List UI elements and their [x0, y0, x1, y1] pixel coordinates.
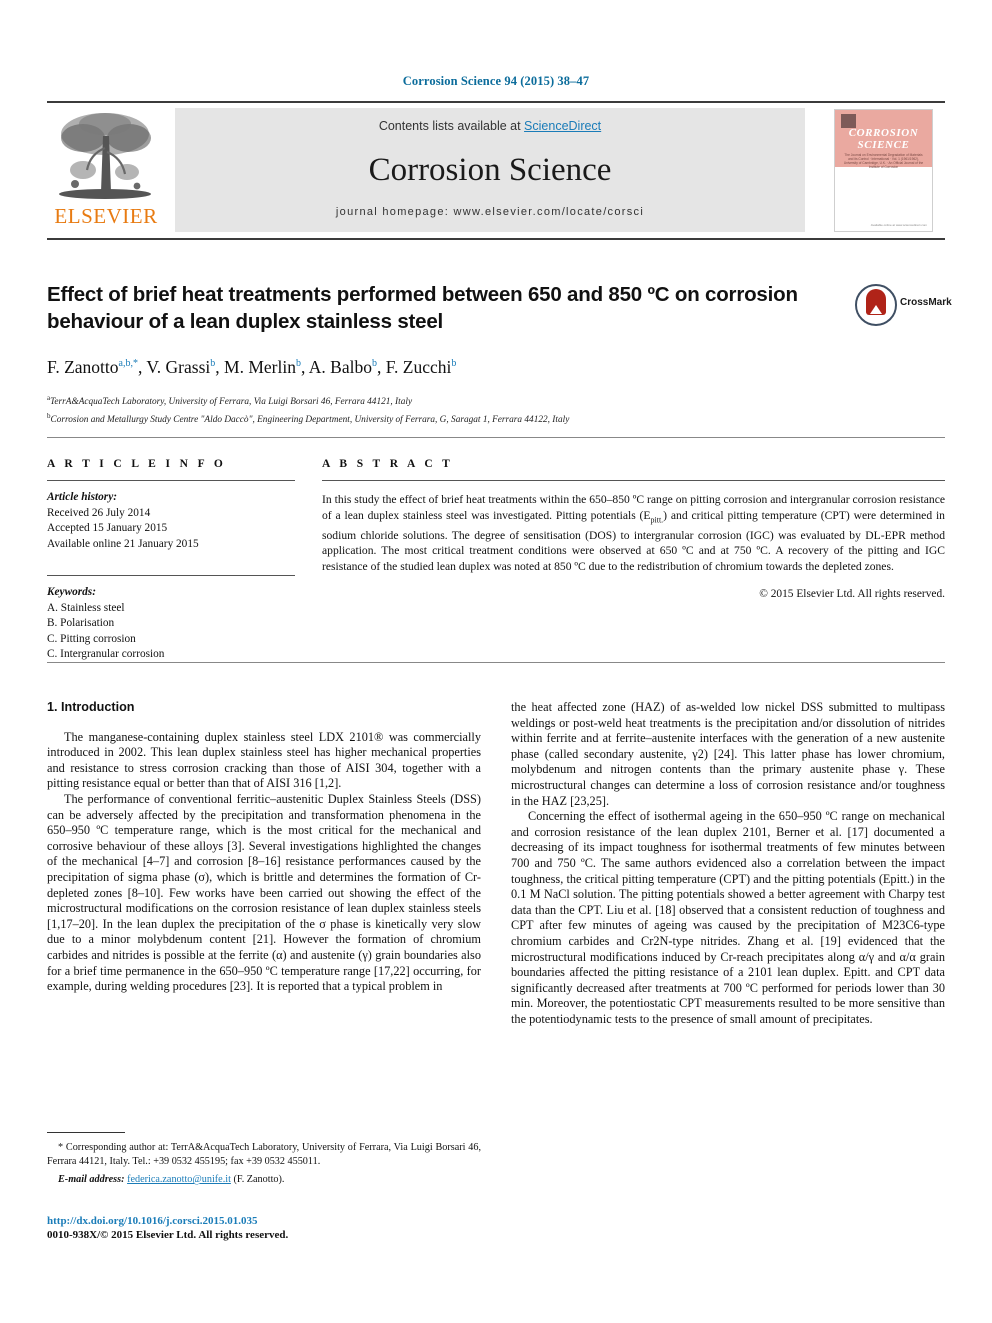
cover-header-band: CORROSION SCIENCE The Journal on Environ… [835, 109, 932, 170]
masthead-center-panel: Contents lists available at ScienceDirec… [175, 108, 805, 232]
footnote-body: * Corresponding author at: TerrA&AcquaTe… [47, 1141, 481, 1168]
abstract-subscript: pitt. [650, 514, 664, 524]
journal-homepage-line[interactable]: journal homepage: www.elsevier.com/locat… [175, 206, 805, 218]
author-item[interactable]: F. Zucchib [386, 357, 457, 377]
footnote-email-line: E-mail address: federica.zanotto@unife.i… [47, 1174, 481, 1185]
abstract-text: In this study the effect of brief heat t… [322, 492, 945, 574]
article-info-rule [47, 480, 295, 481]
article-info-column: A R T I C L E I N F O Article history: R… [47, 458, 295, 663]
cover-title-line1: CORROSION [848, 126, 919, 139]
elsevier-wordmark: ELSEVIER [54, 204, 158, 228]
author-name: M. Merlin [224, 357, 296, 377]
doi-link[interactable]: http://dx.doi.org/10.1016/j.corsci.2015.… [47, 1214, 487, 1228]
sciencedirect-link[interactable]: ScienceDirect [524, 119, 601, 133]
affiliation-text: TerrA&AcquaTech Laboratory, University o… [50, 397, 413, 408]
history-item: Available online 21 January 2015 [47, 537, 199, 550]
footer-identifiers: http://dx.doi.org/10.1016/j.corsci.2015.… [47, 1214, 487, 1242]
keyword-item: C. Intergranular corrosion [47, 648, 165, 660]
affiliation-item: bCorrosion and Metallurgy Study Centre "… [47, 410, 897, 428]
author-list: F. Zanottoa,b,*, V. Grassib, M. Merlinb,… [47, 357, 457, 377]
abstract-rule [322, 480, 945, 481]
elsevier-tree-icon [53, 108, 159, 204]
paragraph: the heat affected zone (HAZ) of as-welde… [511, 700, 945, 808]
crossmark-label: CrossMark [900, 297, 952, 308]
masthead-bottom-rule [47, 238, 945, 240]
issn-copyright: 0010-938X/© 2015 Elsevier Ltd. All right… [47, 1229, 289, 1241]
info-band-bottom-rule [47, 662, 945, 663]
crossmark-icon [855, 284, 897, 326]
keywords-rule [47, 575, 295, 576]
cover-footer-text: Available online at www.sciencedirect.co… [870, 222, 927, 227]
cover-subtitle: The Journal on Environmental Degradation… [843, 152, 924, 170]
author-name: V. Grassi [146, 357, 211, 377]
affiliation-item: aTerrA&AcquaTech Laboratory, University … [47, 392, 897, 410]
elsevier-logo: ELSEVIER [47, 108, 165, 232]
contents-prefix: Contents lists available at [378, 119, 525, 133]
keyword-item: C. Pitting corrosion [47, 632, 136, 645]
corresponding-author-footnote: * Corresponding author at: TerrA&AcquaTe… [47, 1132, 481, 1185]
article-history-label: Article history: [47, 491, 117, 503]
author-marks: b [295, 358, 301, 370]
running-head-citation: Corrosion Science 94 (2015) 38–47 [402, 74, 590, 88]
journal-title: Corrosion Science [368, 152, 612, 188]
article-history-group: Article history: Received 26 July 2014 A… [47, 490, 295, 552]
body-column-left: 1. Introduction The manganese-containing… [47, 700, 481, 995]
history-item: Accepted 15 January 2015 [47, 522, 168, 534]
author-marks: b [210, 358, 216, 370]
author-name: F. Zanotto [47, 357, 119, 377]
paragraph: The manganese-containing duplex stainles… [47, 729, 481, 791]
email-suffix: (F. Zanotto). [233, 1174, 285, 1186]
article-page: Corrosion Science 94 (2015) 38–47 ELSEVI… [0, 0, 992, 1323]
email-label: E-mail address: [58, 1174, 125, 1186]
masthead-top-rule [47, 101, 945, 103]
author-marks: b [451, 358, 457, 370]
journal-cover-thumbnail[interactable]: CORROSION SCIENCE The Journal on Environ… [822, 106, 945, 234]
crossmark-badge[interactable]: CrossMark [855, 284, 952, 326]
affiliation-list: aTerrA&AcquaTech Laboratory, University … [47, 392, 897, 427]
author-email-link[interactable]: federica.zanotto@unife.it [127, 1174, 231, 1185]
contents-available-line: Contents lists available at ScienceDirec… [175, 119, 805, 133]
body-column-right: the heat affected zone (HAZ) of as-welde… [511, 700, 945, 1027]
section-heading-introduction: 1. Introduction [47, 700, 135, 714]
abstract-heading: A B S T R A C T [322, 458, 454, 470]
author-item[interactable]: V. Grassib [146, 357, 215, 377]
abstract-column: A B S T R A C T In this study the effect… [322, 458, 945, 600]
affiliation-text: Corrosion and Metallurgy Study Centre "A… [50, 414, 570, 425]
author-marks: b [371, 358, 377, 370]
title-block: Effect of brief heat treatments performe… [47, 281, 847, 335]
cover-badge-icon [841, 113, 856, 128]
keywords-label: Keywords: [47, 586, 96, 598]
history-item: Received 26 July 2014 [47, 506, 151, 519]
keyword-item: A. Stainless steel [47, 601, 125, 614]
author-name: A. Balbo [308, 357, 372, 377]
info-band-top-rule [47, 437, 945, 438]
abstract-copyright: © 2015 Elsevier Ltd. All rights reserved… [759, 588, 945, 601]
footnote-divider [47, 1132, 125, 1133]
author-marks: a,b,* [118, 358, 138, 370]
paragraph: Concerning the effect of isothermal agei… [511, 809, 945, 1026]
paragraph: The performance of conventional ferritic… [47, 791, 481, 994]
author-item[interactable]: A. Balbob [309, 357, 377, 377]
keyword-item: B. Polarisation [47, 617, 115, 629]
cover-title-line2: SCIENCE [857, 138, 910, 151]
keywords-group: Keywords: A. Stainless steel B. Polarisa… [47, 585, 295, 663]
author-name: F. Zucchi [385, 357, 452, 377]
journal-masthead: ELSEVIER Contents lists available at Sci… [47, 106, 945, 234]
author-item[interactable]: M. Merlinb [224, 357, 301, 377]
footnote-corresponding-text: Corresponding author at: TerrA&AcquaTech… [47, 1142, 481, 1167]
article-info-heading: A R T I C L E I N F O [47, 458, 227, 470]
page-title: Effect of brief heat treatments performe… [47, 283, 798, 333]
footnote-star: * [58, 1142, 64, 1153]
author-item[interactable]: F. Zanottoa,b,* [47, 357, 138, 377]
